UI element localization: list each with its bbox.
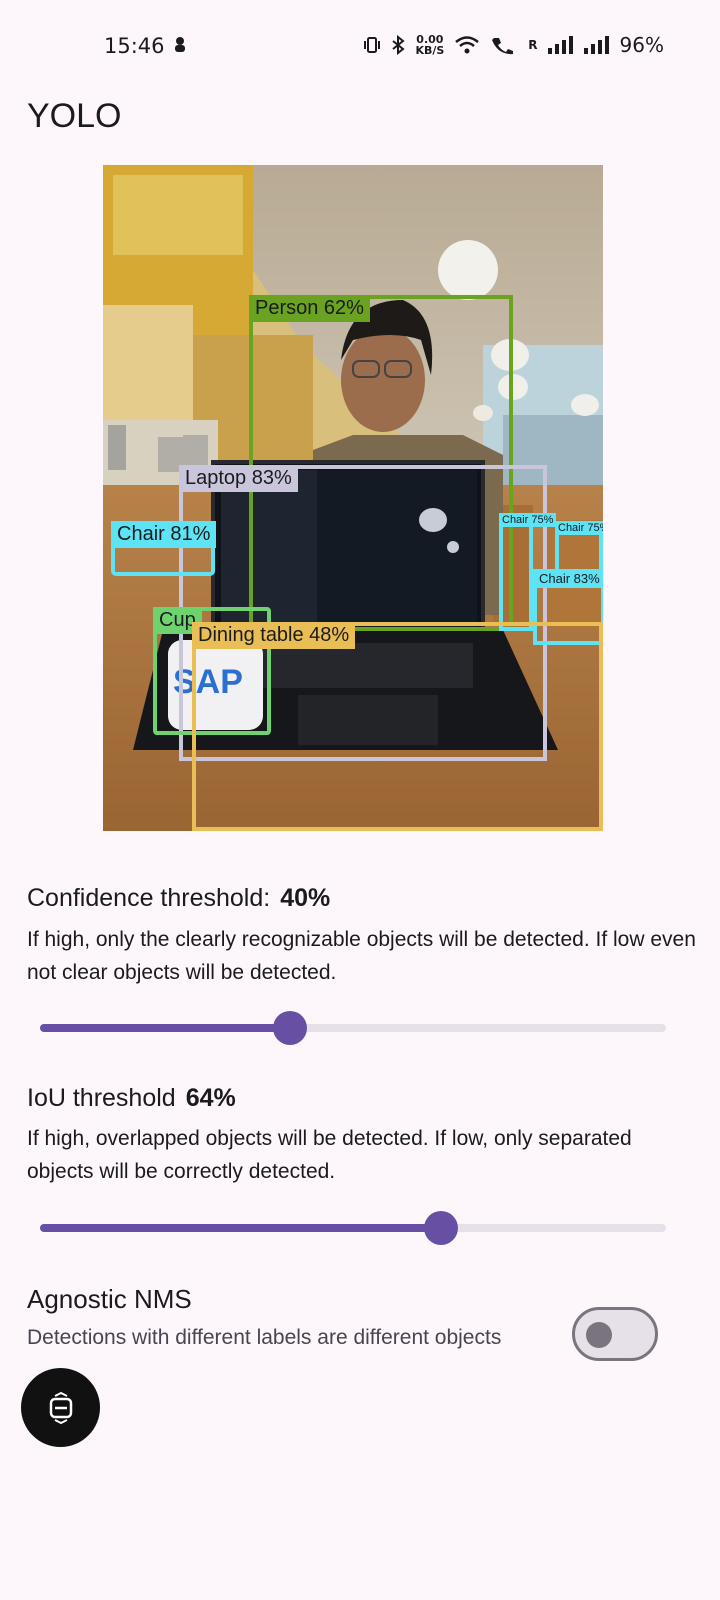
confidence-value: 40% [280, 884, 331, 912]
battery-percent: 96% [619, 33, 664, 57]
iou-description: If high, overlapped objects will be dete… [27, 1127, 632, 1183]
iou-title-row: IoU threshold 64% [27, 1084, 236, 1113]
confidence-title-row: Confidence threshold: 40% [27, 884, 330, 913]
slider-thumb[interactable] [423, 1211, 458, 1245]
detection-label: Chair 75% [499, 513, 557, 527]
detection-label: Dining table 48% [192, 622, 356, 649]
slider-fill [40, 1224, 441, 1232]
app-title: YOLO [27, 97, 122, 135]
detection-label: Laptop 83% [179, 465, 298, 492]
wifi-icon [455, 36, 480, 54]
detection-label: Chair 81% [111, 521, 217, 548]
detection-box-dining-table: Dining table 48% [192, 622, 603, 831]
toggle-knob [586, 1322, 612, 1348]
detection-label: Chair 75% [555, 521, 603, 535]
signal-icon-1 [547, 36, 573, 54]
iou-title: IoU threshold [27, 1084, 176, 1112]
status-time: 15:46 [104, 34, 165, 58]
detection-box-chair: Chair 75% [499, 513, 557, 631]
camera-switch-button[interactable] [21, 1368, 100, 1447]
wifi-calling-icon [492, 38, 514, 55]
status-icons: 0.00 KB/S R 96% [363, 33, 664, 57]
detection-box-chair: Chair 75% [555, 521, 603, 573]
detection-image: SAP Person 62% Laptop 83% Chair 81% Chai… [103, 165, 603, 831]
nms-toggle[interactable] [572, 1307, 658, 1361]
net-speed-unit: KB/S [415, 44, 445, 57]
confidence-description: If high, only the clearly recognizable o… [27, 928, 696, 984]
notification-icon [175, 37, 185, 52]
vibrate-icon [364, 37, 381, 53]
net-speed: 0.00 KB/S [415, 34, 444, 56]
iou-slider[interactable] [40, 1211, 666, 1245]
confidence-slider[interactable] [40, 1011, 666, 1045]
detection-label: Person 62% [249, 295, 370, 322]
roaming-indicator: R [528, 38, 538, 52]
status-bar: 15:46 0.00 KB/S R 96% [0, 0, 720, 92]
nms-title: Agnostic NMS [27, 1284, 192, 1314]
bluetooth-icon [392, 35, 406, 55]
camera-switch-icon [49, 1391, 72, 1424]
confidence-title: Confidence threshold: [27, 884, 271, 912]
detection-box-chair: Chair 81% [111, 521, 217, 576]
iou-value: 64% [185, 1084, 236, 1112]
signal-icon-2 [583, 36, 609, 54]
slider-thumb[interactable] [273, 1011, 308, 1045]
slider-fill [40, 1024, 291, 1032]
nms-description: Detections with different labels are dif… [27, 1326, 502, 1349]
